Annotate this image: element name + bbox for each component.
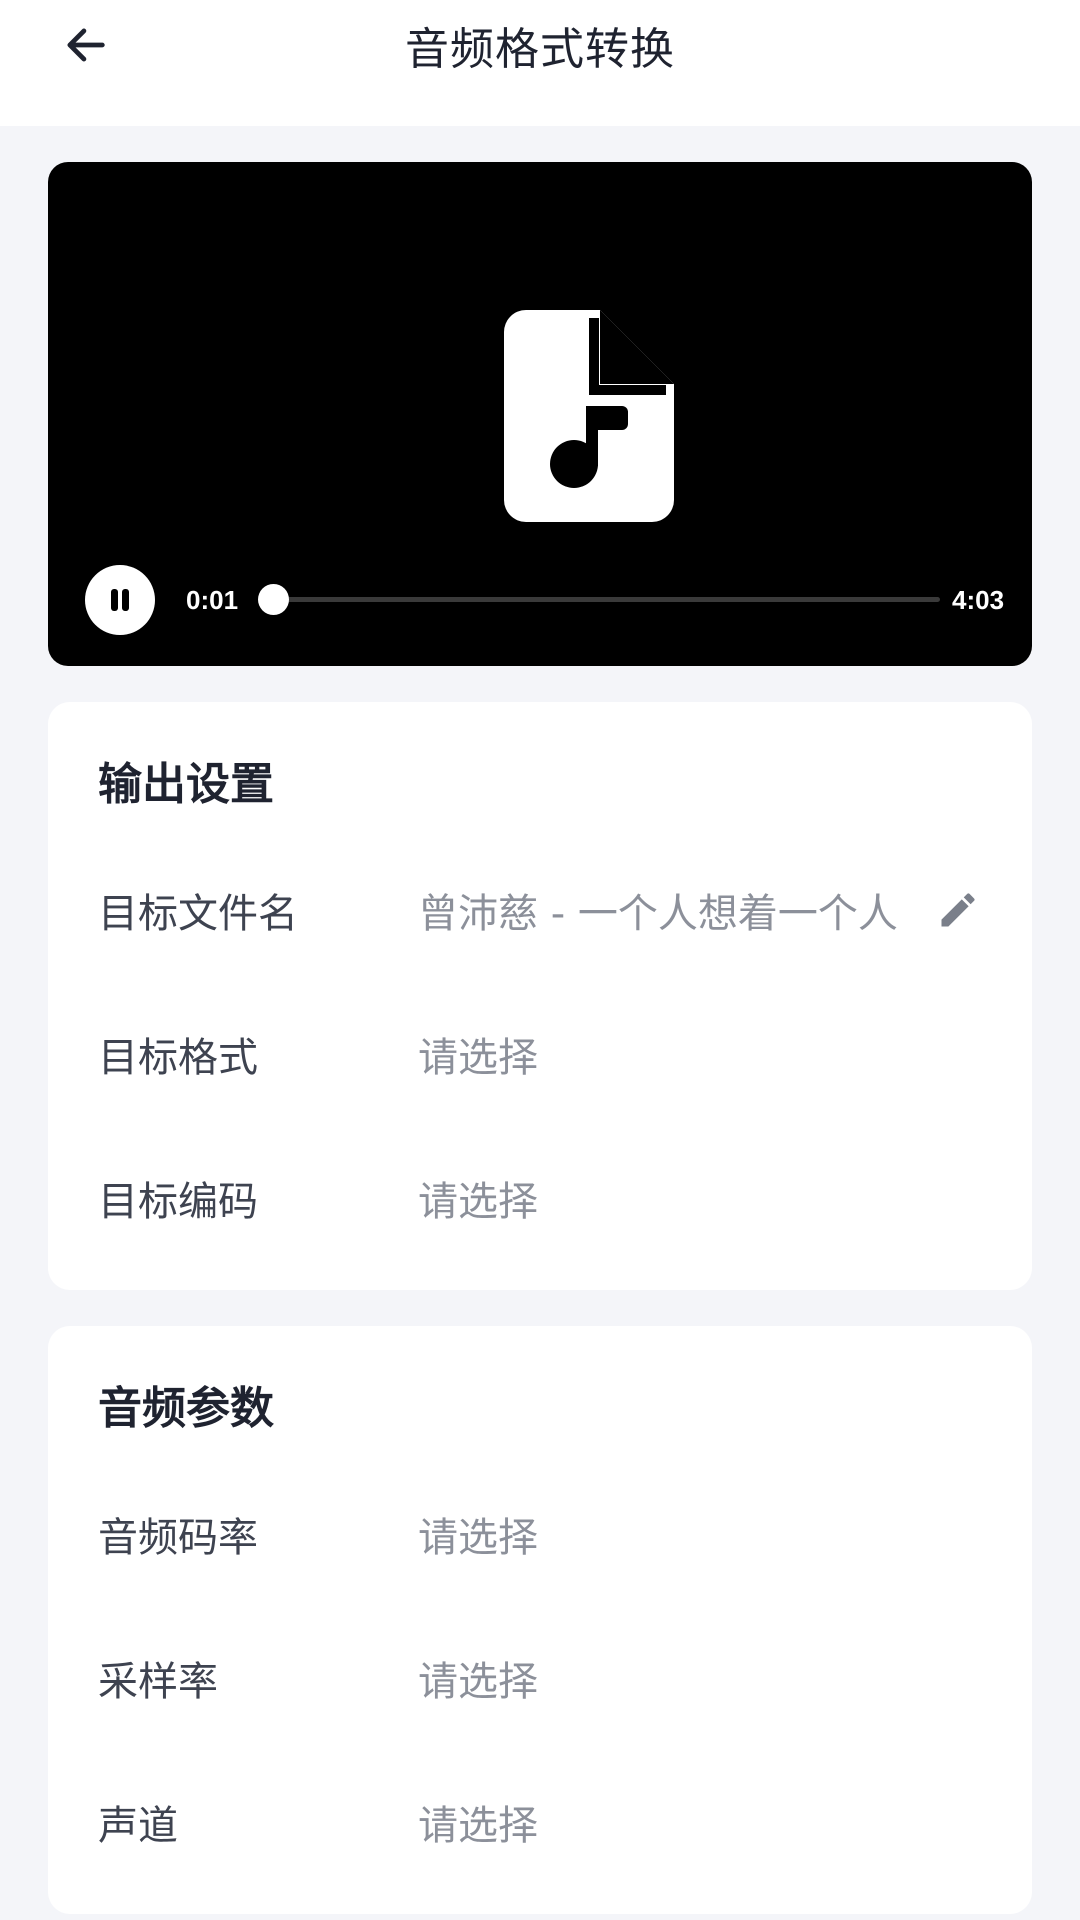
channel-row[interactable]: 声道 请选择: [48, 1762, 1032, 1882]
pause-icon: [111, 589, 129, 611]
channel-value: 请选择: [418, 1803, 538, 1849]
target-codec-label: 目标编码: [98, 1179, 258, 1225]
pause-button[interactable]: [85, 565, 155, 635]
target-format-label: 目标格式: [98, 1035, 258, 1081]
sample-rate-label: 采样率: [98, 1659, 218, 1705]
sample-rate-value: 请选择: [418, 1659, 538, 1705]
target-format-row[interactable]: 目标格式 请选择: [48, 994, 1032, 1114]
target-format-value: 请选择: [418, 1035, 538, 1081]
target-codec-row[interactable]: 目标编码 请选择: [48, 1138, 1032, 1258]
bitrate-value: 请选择: [418, 1515, 538, 1561]
bitrate-row[interactable]: 音频码率 请选择: [48, 1474, 1032, 1594]
target-filename-label: 目标文件名: [98, 891, 298, 937]
sample-rate-row[interactable]: 采样率 请选择: [48, 1618, 1032, 1738]
output-settings-card: 输出设置 目标文件名 曾沛慈 - 一个人想着一个人 目标格式 请选择 目标编码 …: [48, 702, 1032, 1290]
audio-params-title: 音频参数: [98, 1383, 274, 1434]
progress-track[interactable]: [257, 584, 940, 615]
total-time: 4:03: [952, 584, 1005, 615]
app-header: 音频格式转换: [0, 0, 1080, 126]
target-filename-row[interactable]: 目标文件名 曾沛慈 - 一个人想着一个人: [48, 850, 1032, 970]
audio-file-icon: [504, 310, 674, 522]
edit-filename-button[interactable]: [934, 886, 982, 934]
page-title: 音频格式转换: [405, 24, 675, 75]
target-filename-value: 曾沛慈 - 一个人想着一个人: [418, 850, 954, 970]
pencil-icon: [941, 893, 975, 927]
bitrate-label: 音频码率: [98, 1515, 258, 1561]
target-filename-text: 曾沛慈 - 一个人想着一个人: [418, 891, 898, 937]
target-codec-value: 请选择: [418, 1179, 538, 1225]
output-settings-title: 输出设置: [98, 759, 274, 810]
audio-params-card: 音频参数 音频码率 请选择 采样率 请选择 声道 请选择: [48, 1326, 1032, 1914]
current-time: 0:01: [186, 584, 239, 615]
progress-thumb[interactable]: [257, 584, 289, 615]
channel-label: 声道: [98, 1803, 178, 1849]
